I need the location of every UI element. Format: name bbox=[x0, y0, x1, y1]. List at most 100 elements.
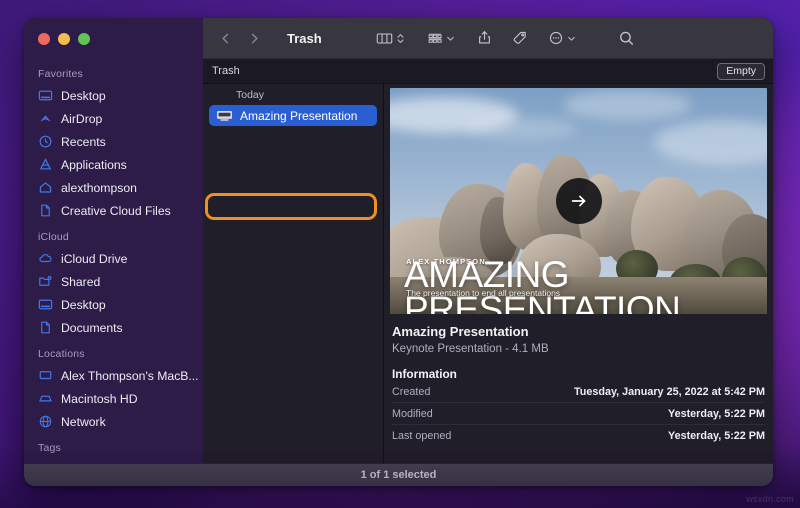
preview-file-name: Amazing Presentation bbox=[392, 324, 765, 339]
info-value: Yesterday, 5:22 PM bbox=[668, 408, 765, 420]
sidebar-item-applications[interactable]: Applications bbox=[24, 153, 203, 176]
sidebar-item-label: Alex Thompson's MacB... bbox=[61, 369, 199, 383]
cloud-shape bbox=[465, 117, 578, 140]
desktop-background: Favorites Desktop bbox=[0, 0, 800, 508]
arrow-right-circle-icon[interactable] bbox=[556, 178, 602, 224]
list-item[interactable]: Amazing Presentation bbox=[209, 105, 377, 126]
info-value: Tuesday, January 25, 2022 at 5:42 PM bbox=[574, 386, 765, 398]
home-icon bbox=[38, 180, 53, 195]
sidebar-item-label: iCloud Drive bbox=[61, 252, 127, 266]
group-by-button[interactable] bbox=[427, 26, 455, 50]
sidebar-item-macbook[interactable]: Alex Thompson's MacB... bbox=[24, 364, 203, 387]
airdrop-icon bbox=[38, 111, 53, 126]
tag-icon[interactable] bbox=[512, 26, 528, 50]
share-icon[interactable] bbox=[477, 26, 492, 50]
sidebar-item-label: Documents bbox=[61, 321, 123, 335]
laptop-icon bbox=[38, 368, 53, 383]
sidebar-item-label: Desktop bbox=[61, 89, 106, 103]
sidebar: Favorites Desktop bbox=[24, 18, 203, 463]
sidebar-item-recents[interactable]: Recents bbox=[24, 130, 203, 153]
nav-arrows bbox=[219, 31, 261, 46]
sidebar-item-label: Network bbox=[61, 415, 106, 429]
info-row-modified: Modified Yesterday, 5:22 PM bbox=[392, 403, 765, 425]
sidebar-item-alexthompson[interactable]: alexthompson bbox=[24, 176, 203, 199]
sidebar-item-icloud-drive[interactable]: iCloud Drive bbox=[24, 247, 203, 270]
file-list[interactable]: Today Amazing Presentation bbox=[203, 84, 384, 463]
information-header: Information bbox=[392, 367, 765, 381]
document-icon bbox=[38, 320, 53, 335]
sidebar-item-label: alexthompson bbox=[61, 181, 137, 195]
window-body: Favorites Desktop bbox=[24, 18, 773, 463]
sidebar-scroll[interactable]: Favorites Desktop bbox=[24, 59, 203, 463]
right-pane: Trash bbox=[203, 18, 773, 463]
chevron-left-icon[interactable] bbox=[219, 31, 232, 46]
sidebar-item-desktop[interactable]: Desktop bbox=[24, 84, 203, 107]
clock-icon bbox=[38, 134, 53, 149]
more-actions-button[interactable] bbox=[548, 26, 576, 50]
shared-folder-icon bbox=[38, 274, 53, 289]
status-bar: 1 of 1 selected bbox=[24, 463, 773, 486]
minimize-button[interactable] bbox=[58, 33, 70, 45]
sidebar-section-favorites: Favorites bbox=[24, 59, 203, 84]
group-by-icon[interactable] bbox=[427, 26, 443, 50]
close-button[interactable] bbox=[38, 33, 50, 45]
preview-thumbnail[interactable]: ALEX THOMPSON AMAZING PRESENTATION The p… bbox=[390, 88, 767, 314]
sidebar-item-label: Shared bbox=[61, 275, 100, 289]
sidebar-section-locations: Locations bbox=[24, 339, 203, 364]
sidebar-section-icloud: iCloud bbox=[24, 222, 203, 247]
applications-icon bbox=[38, 157, 53, 172]
empty-trash-button[interactable]: Empty bbox=[717, 63, 765, 80]
desktop-icon bbox=[38, 88, 53, 103]
list-item-label: Amazing Presentation bbox=[240, 109, 357, 123]
slide-subtitle: The presentation to end all presentation… bbox=[406, 288, 560, 298]
sidebar-item-creative-cloud-files[interactable]: Creative Cloud Files bbox=[24, 199, 203, 222]
file-metadata: Amazing Presentation Keynote Presentatio… bbox=[390, 314, 767, 446]
keynote-file-icon bbox=[216, 109, 233, 122]
path-bar: Trash Empty bbox=[203, 59, 773, 84]
sidebar-item-label: Recents bbox=[61, 135, 106, 149]
cloud-shape bbox=[563, 90, 691, 119]
sidebar-item-label: AirDrop bbox=[61, 112, 102, 126]
window-title: Trash bbox=[287, 31, 322, 46]
slide-title: AMAZING PRESENTATION bbox=[404, 257, 761, 314]
file-group-header: Today bbox=[203, 87, 383, 105]
sidebar-item-network[interactable]: Network bbox=[24, 410, 203, 433]
up-down-chevrons-icon[interactable] bbox=[396, 31, 405, 46]
preview-file-kind-size: Keynote Presentation - 4.1 MB bbox=[392, 343, 765, 355]
info-key: Modified bbox=[392, 408, 433, 420]
info-value: Yesterday, 5:22 PM bbox=[668, 430, 765, 442]
finder-window: Favorites Desktop bbox=[24, 18, 773, 486]
content-area: Today Amazing Presentation bbox=[203, 84, 773, 463]
info-row-last-opened: Last opened Yesterday, 5:22 PM bbox=[392, 425, 765, 446]
annotation-highlight bbox=[205, 193, 377, 220]
info-row-created: Created Tuesday, January 25, 2022 at 5:4… bbox=[392, 381, 765, 403]
chevron-down-icon[interactable] bbox=[446, 31, 455, 46]
cloud-icon bbox=[38, 251, 53, 266]
sidebar-section-tags: Tags bbox=[24, 433, 203, 458]
info-key: Created bbox=[392, 386, 430, 398]
sidebar-item-macintosh-hd[interactable]: Macintosh HD bbox=[24, 387, 203, 410]
harddisk-icon bbox=[38, 391, 53, 406]
info-key: Last opened bbox=[392, 430, 451, 442]
zoom-button[interactable] bbox=[78, 33, 90, 45]
preview-pane: ALEX THOMPSON AMAZING PRESENTATION The p… bbox=[384, 84, 773, 463]
column-view-icon[interactable] bbox=[376, 26, 393, 50]
sidebar-item-documents[interactable]: Documents bbox=[24, 316, 203, 339]
sidebar-item-label: Creative Cloud Files bbox=[61, 204, 171, 218]
traffic-lights bbox=[24, 18, 203, 59]
sidebar-item-shared[interactable]: Shared bbox=[24, 270, 203, 293]
chevron-right-icon[interactable] bbox=[248, 31, 261, 46]
desktop-icon bbox=[38, 297, 53, 312]
sidebar-item-label: Macintosh HD bbox=[61, 392, 138, 406]
ellipsis-circle-icon[interactable] bbox=[548, 26, 564, 50]
watermark: wsxdn.com bbox=[746, 494, 794, 504]
chevron-down-icon[interactable] bbox=[567, 31, 576, 46]
sidebar-item-airdrop[interactable]: AirDrop bbox=[24, 107, 203, 130]
view-switcher[interactable] bbox=[376, 26, 405, 50]
sidebar-item-icloud-desktop[interactable]: Desktop bbox=[24, 293, 203, 316]
globe-icon bbox=[38, 414, 53, 429]
search-icon[interactable] bbox=[618, 26, 635, 50]
path-label[interactable]: Trash bbox=[212, 65, 240, 77]
sidebar-item-label: Applications bbox=[61, 158, 127, 172]
document-icon bbox=[38, 203, 53, 218]
